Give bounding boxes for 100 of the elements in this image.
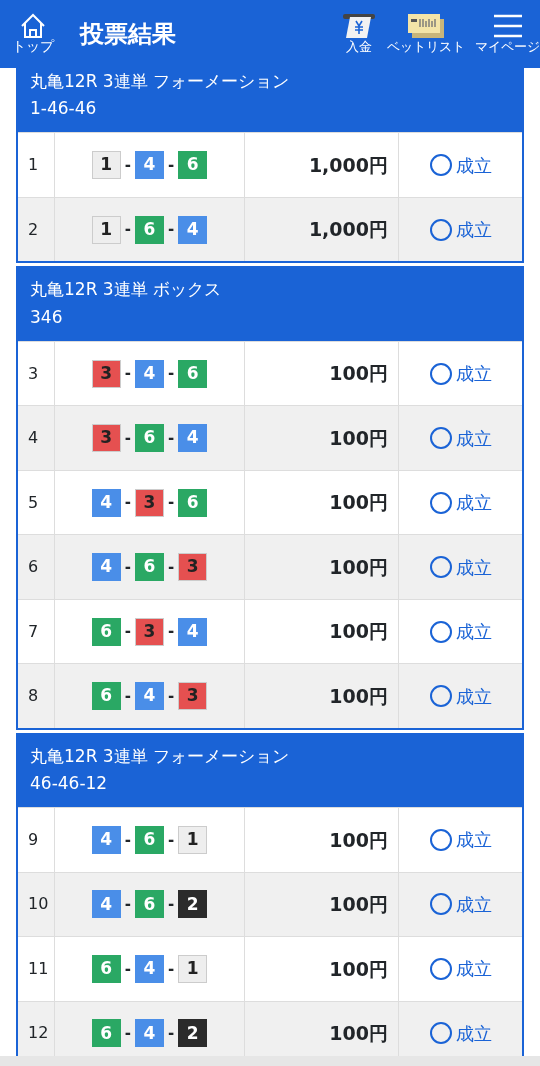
status-text: 成立 xyxy=(455,957,492,982)
dash-separator: - xyxy=(168,958,175,980)
boat-number: 4 xyxy=(178,215,208,244)
boat-number: 3 xyxy=(135,617,164,646)
boat-number: 4 xyxy=(135,359,164,388)
dash-separator: - xyxy=(124,154,131,176)
status-text: 成立 xyxy=(455,1021,492,1046)
row-number: 5 xyxy=(27,491,40,514)
boat-number: 4 xyxy=(91,825,121,854)
boat-number: 3 xyxy=(91,424,121,452)
bet-amount: 1,000円 xyxy=(244,133,398,197)
boat-number: 2 xyxy=(178,1019,208,1048)
status-text: 成立 xyxy=(455,555,492,580)
boat-number: 6 xyxy=(135,890,164,919)
bet-type-title: 丸亀12R 3連単 フォーメーション xyxy=(30,70,291,93)
boat-number: 4 xyxy=(91,553,121,581)
row-number: 9 xyxy=(27,828,40,851)
boat-number: 6 xyxy=(135,424,164,452)
status-text: 成立 xyxy=(455,153,492,178)
boat-number: 6 xyxy=(178,488,208,517)
status-text: 成立 xyxy=(455,828,492,853)
row-number: 4 xyxy=(27,427,40,449)
boat-number: 6 xyxy=(178,151,208,180)
status-text: 成立 xyxy=(455,362,492,386)
row-number: 1 xyxy=(27,154,40,177)
row-number: 10 xyxy=(27,893,50,916)
status-text: 成立 xyxy=(455,218,492,243)
dash-separator: - xyxy=(124,219,131,241)
bet-amount: 100円 xyxy=(244,872,398,937)
circle-icon xyxy=(429,620,452,643)
boat-number: 3 xyxy=(178,682,208,710)
bet-type-title: 丸亀12R 3連単 フォーメーション xyxy=(30,744,291,768)
row-number: 12 xyxy=(27,1022,50,1045)
boat-number: 1 xyxy=(91,151,121,180)
status-text: 成立 xyxy=(455,491,492,515)
dash-separator: - xyxy=(124,363,131,385)
bet-type-title: 丸亀12R 3連単 ボックス xyxy=(30,278,223,302)
menu-button[interactable]: マイページ xyxy=(475,13,540,55)
bet-amount: 100円 xyxy=(244,808,398,872)
atm-card-icon xyxy=(341,13,377,40)
circle-icon xyxy=(429,154,452,177)
row-number: 6 xyxy=(27,556,40,578)
dash-separator: - xyxy=(168,621,175,643)
boat-number: 6 xyxy=(91,682,121,710)
circle-icon xyxy=(429,362,452,385)
boat-number: 6 xyxy=(135,215,164,244)
circle-icon xyxy=(429,893,452,916)
boat-number: 6 xyxy=(91,617,121,646)
boat-number: 4 xyxy=(91,488,121,517)
status-text: 成立 xyxy=(455,620,492,644)
deposit-button[interactable]: 入金 xyxy=(341,13,377,55)
bet-list-button[interactable]: ベットリスト xyxy=(387,13,465,55)
circle-icon xyxy=(429,556,452,578)
page-title: 投票結果 xyxy=(80,19,177,50)
boat-number: 6 xyxy=(135,825,164,854)
home-button[interactable]: トップ xyxy=(12,13,54,55)
bet-amount: 100円 xyxy=(244,664,398,728)
boat-number: 4 xyxy=(135,151,164,180)
boat-number: 4 xyxy=(91,890,121,919)
boat-number: 2 xyxy=(178,890,208,919)
dash-separator: - xyxy=(124,427,131,449)
circle-icon xyxy=(429,427,452,449)
circle-icon xyxy=(429,1022,452,1045)
boat-number: 1 xyxy=(178,954,208,983)
combination-text: 346 xyxy=(30,305,64,329)
dash-separator: - xyxy=(168,556,175,578)
dash-separator: - xyxy=(168,219,175,241)
dash-separator: - xyxy=(124,1023,131,1045)
boat-number: 6 xyxy=(91,954,121,983)
boat-number: 3 xyxy=(91,359,121,388)
dash-separator: - xyxy=(168,363,175,385)
dash-separator: - xyxy=(124,556,131,578)
dash-separator: - xyxy=(168,154,175,176)
dash-separator: - xyxy=(124,492,131,514)
dash-separator: - xyxy=(168,894,175,916)
circle-icon xyxy=(429,491,452,514)
boat-number: 4 xyxy=(135,682,164,710)
home-icon xyxy=(19,13,47,40)
boat-number: 4 xyxy=(178,617,208,646)
boat-number: 1 xyxy=(178,825,208,854)
boat-number: 4 xyxy=(135,1019,164,1048)
bet-amount: 100円 xyxy=(244,535,398,599)
menu-icon xyxy=(491,13,524,40)
row-number: 7 xyxy=(27,620,40,643)
bet-amount: 100円 xyxy=(244,937,398,1001)
circle-icon xyxy=(429,957,452,980)
status-text: 成立 xyxy=(455,684,492,709)
dash-separator: - xyxy=(168,427,175,449)
boat-number: 6 xyxy=(135,553,164,581)
circle-icon xyxy=(429,828,452,851)
bet-amount: 100円 xyxy=(244,406,398,470)
row-number: 11 xyxy=(27,957,50,980)
status-text: 成立 xyxy=(455,426,492,451)
boat-number: 3 xyxy=(178,553,208,581)
boat-number: 6 xyxy=(178,359,208,388)
row-number: 3 xyxy=(27,362,40,385)
dash-separator: - xyxy=(124,621,131,643)
dash-separator: - xyxy=(168,492,175,514)
dash-separator: - xyxy=(124,829,131,851)
dash-separator: - xyxy=(124,958,131,980)
